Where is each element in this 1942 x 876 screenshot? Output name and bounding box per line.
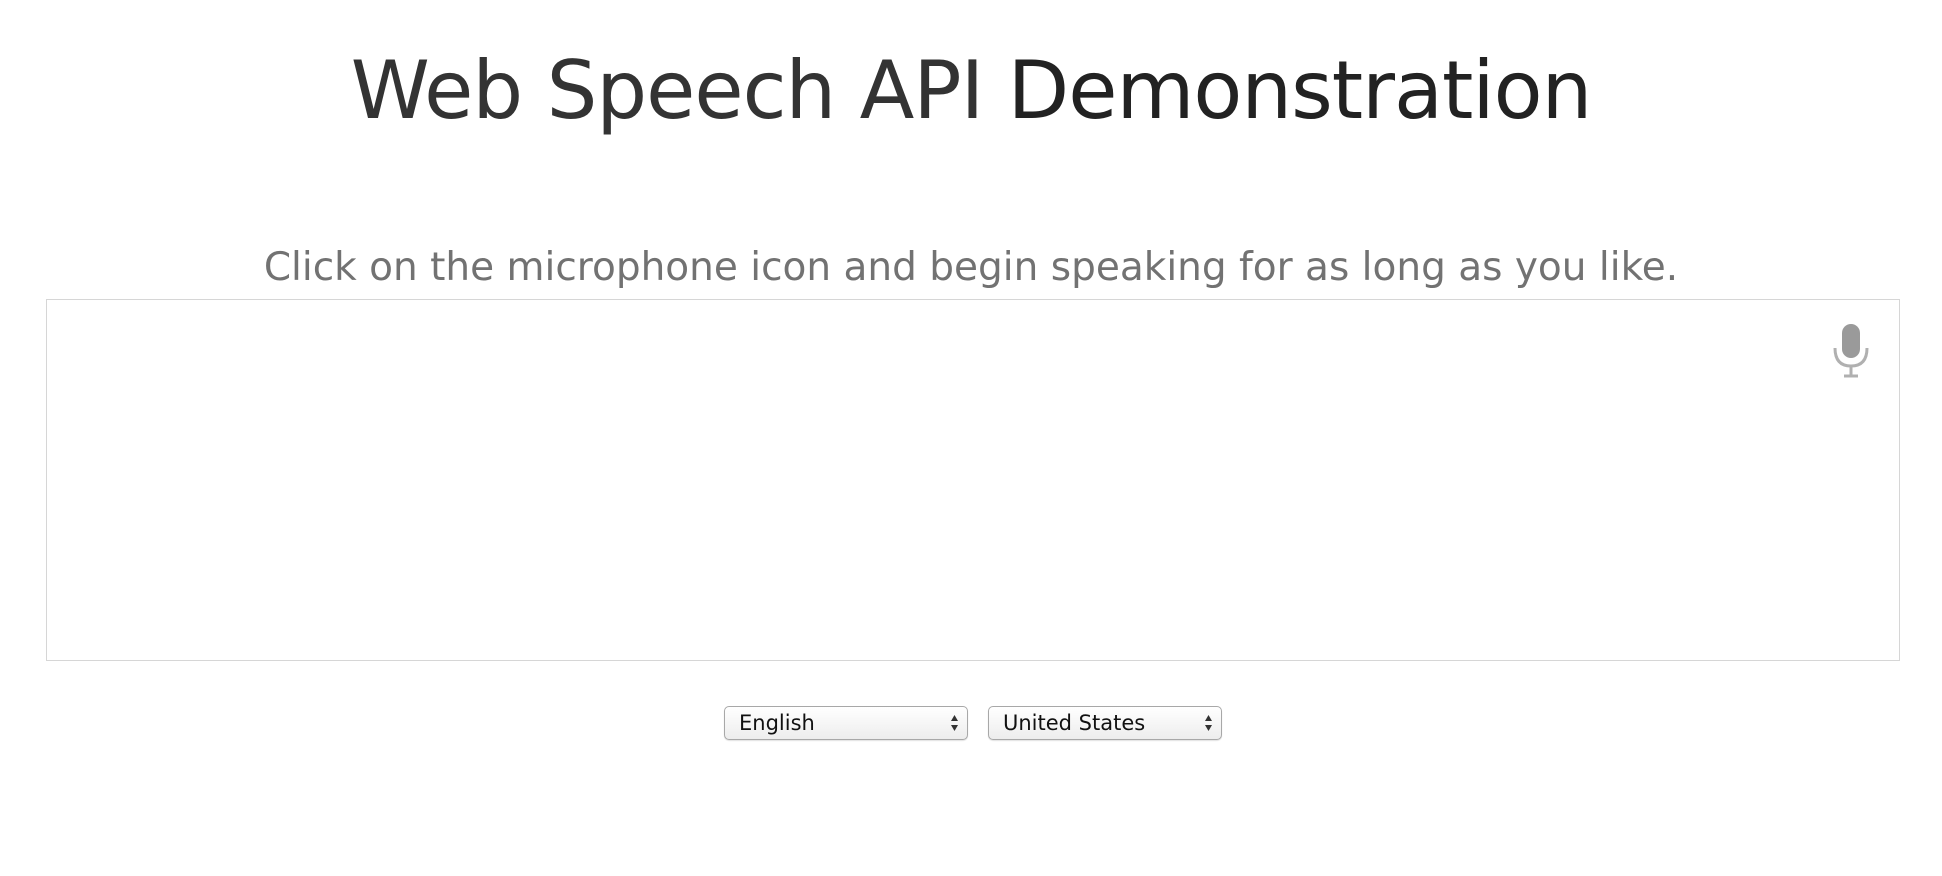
page-title: Web Speech API Demonstration [0,36,1942,146]
page-title-main: Web Speech API [350,44,985,137]
language-controls: English United States [724,706,1222,740]
language-select[interactable]: English [724,706,968,740]
results-box[interactable] [46,299,1900,661]
instructions-text: Click on the microphone icon and begin s… [263,245,1679,290]
microphone-icon[interactable] [1829,322,1873,380]
select-arrows-icon [1205,715,1212,731]
select-arrows-icon [951,715,958,731]
page-title-suffix: Demonstration [983,44,1593,137]
dialect-select-value: United States [1003,711,1146,735]
dialect-select[interactable]: United States [988,706,1222,740]
language-select-value: English [739,711,815,735]
